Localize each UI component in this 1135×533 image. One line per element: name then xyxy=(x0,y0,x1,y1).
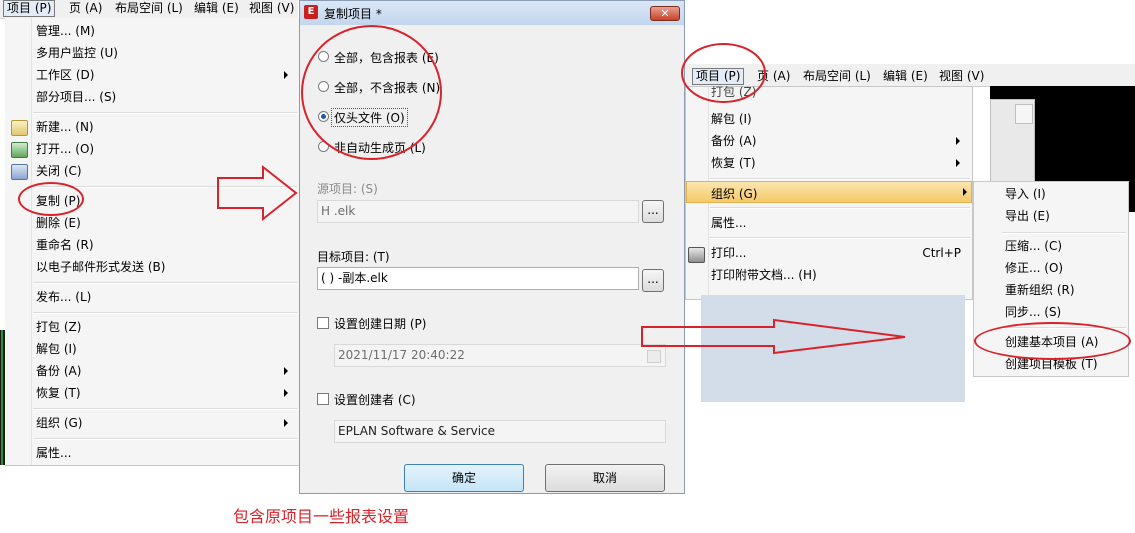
annotation-caption: 包含原项目一些报表设置 xyxy=(233,507,410,526)
annotation-arrows xyxy=(217,164,906,355)
annotation-arrow-to-dialog xyxy=(217,164,298,222)
annotation-arrow-to-submenu xyxy=(641,318,906,355)
